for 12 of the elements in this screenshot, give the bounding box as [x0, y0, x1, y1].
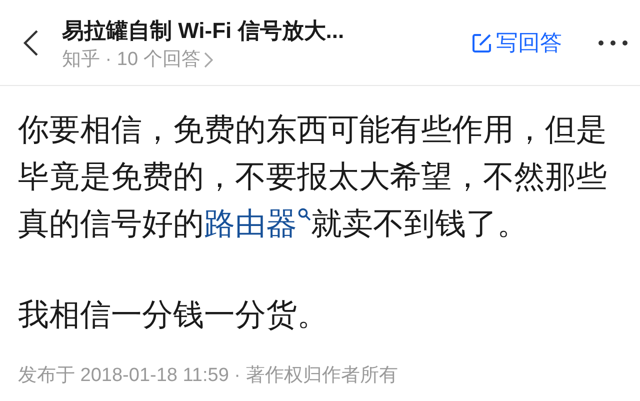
more-icon [598, 40, 628, 46]
question-title: 易拉罐自制 Wi-Fi 信号放大... [62, 16, 346, 44]
answer-paragraph: 你要相信，免费的东西可能有些作用，但是毕竟是免费的，不要报太大希望，不然那些真的信号好的路由器 就卖不到钱了。 [18, 106, 618, 247]
answers-link[interactable]: 知乎 · 10 个回答 [62, 46, 214, 74]
edit-icon [472, 32, 492, 52]
search-icon [298, 208, 311, 221]
back-icon [23, 28, 39, 56]
answer-paragraph: 我相信一分钱一分货。 [18, 296, 329, 334]
write-answer-button[interactable]: 写回答 [472, 26, 562, 59]
publish-info: 发布于 2018-01-18 11:59 · 著作权归作者所有 [18, 364, 399, 388]
chevron-right-icon [204, 52, 214, 68]
keyword-link[interactable]: 路由器 [204, 200, 311, 247]
